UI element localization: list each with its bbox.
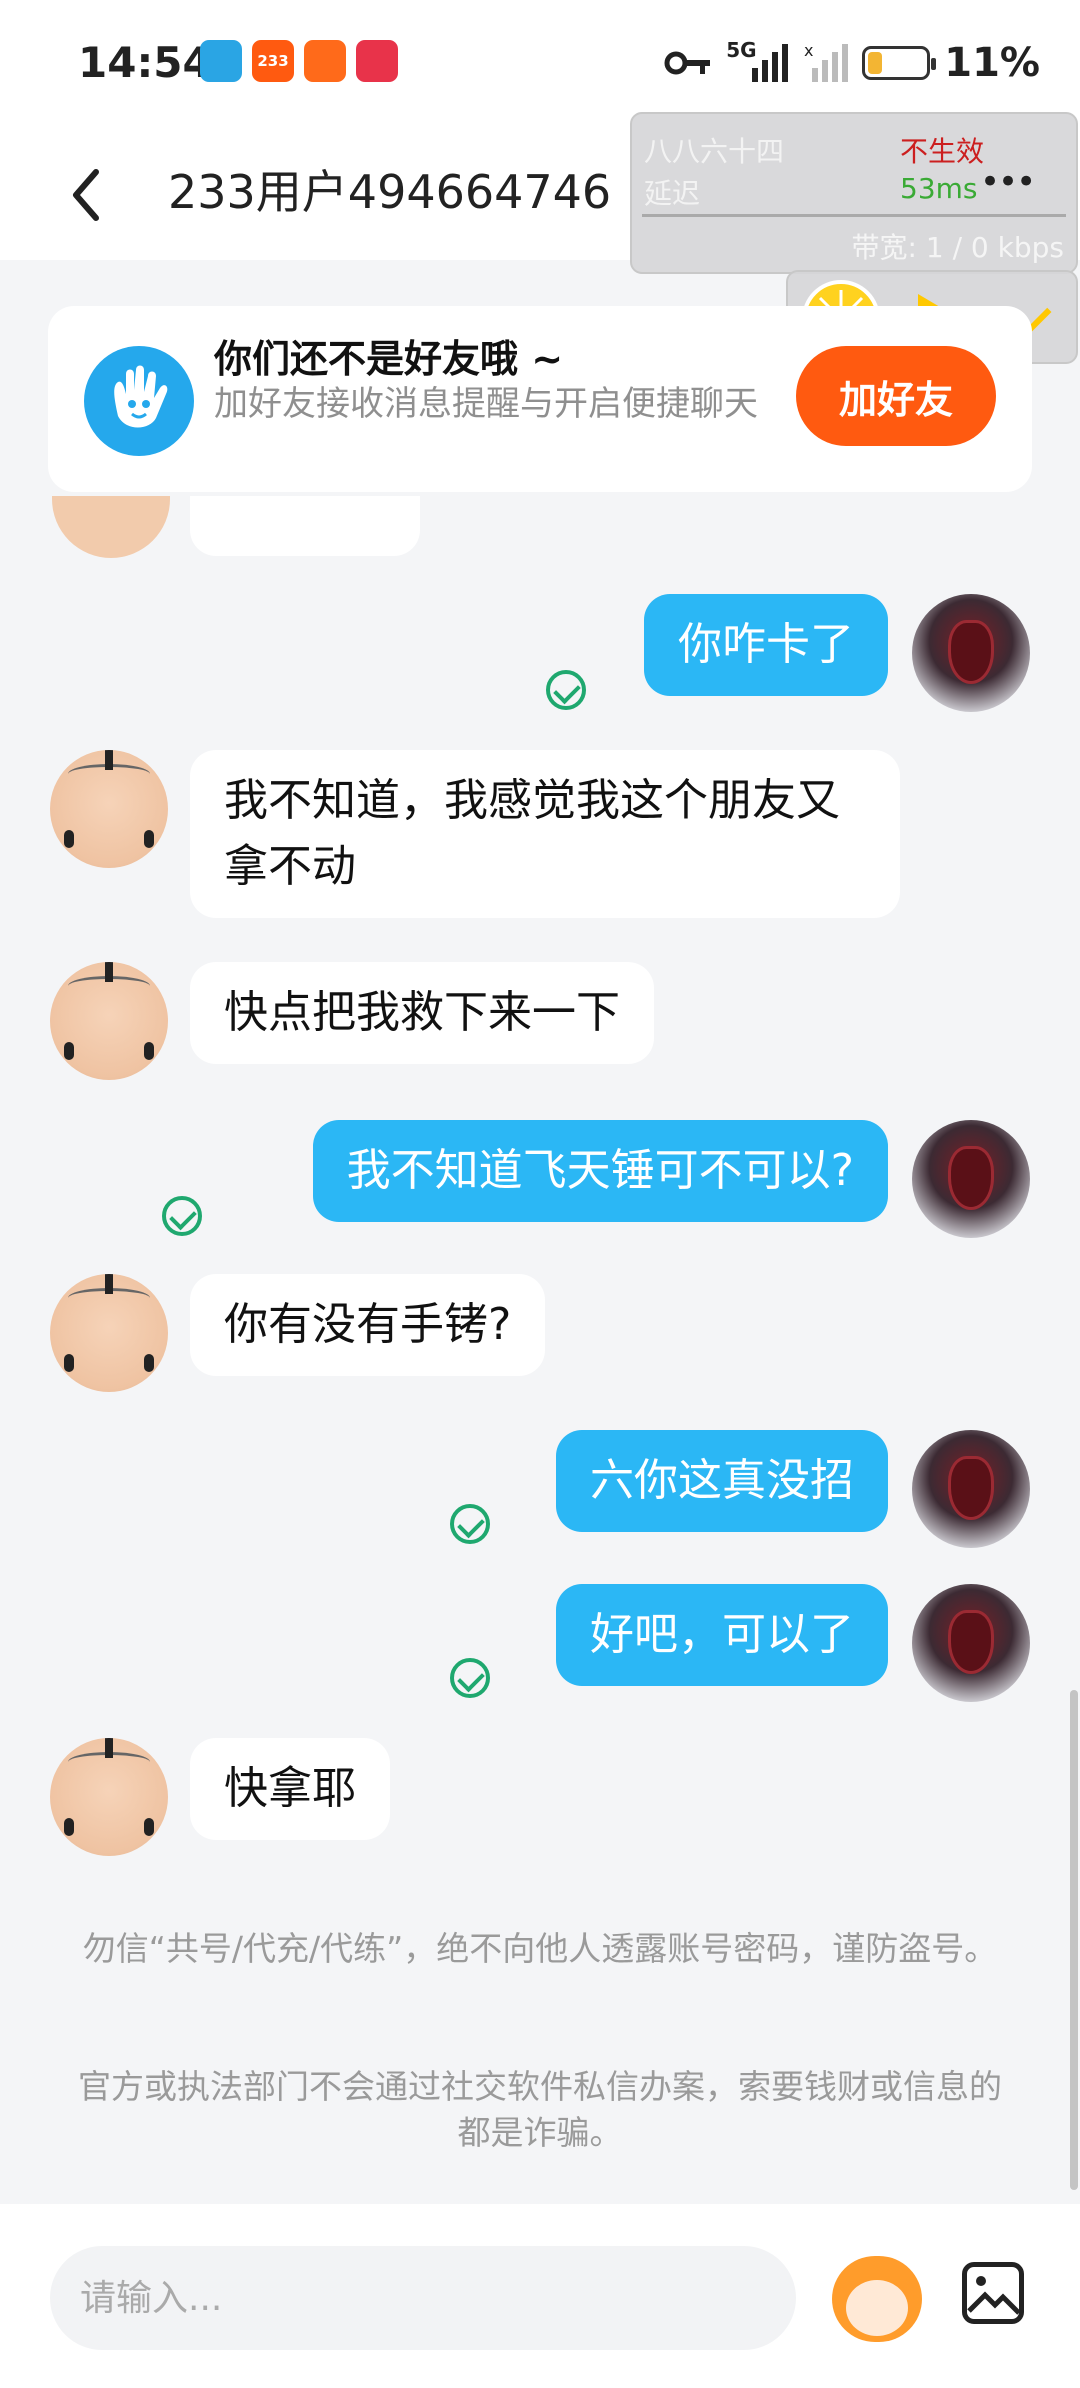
input-bar (0, 2204, 1080, 2388)
message-bubble-received[interactable]: 我不知道，我感觉我这个朋友又拿不动 (190, 750, 900, 918)
overlay-latency-value: 53ms (900, 172, 978, 205)
app-orange-icon (304, 40, 346, 82)
svg-text:x: x (804, 42, 813, 60)
my-avatar[interactable] (912, 1120, 1030, 1238)
hand-icon (84, 346, 194, 456)
battery-percent: 11% (944, 40, 1040, 86)
signal-x-icon: x (804, 42, 849, 82)
contact-avatar[interactable] (50, 1738, 168, 1856)
my-avatar[interactable] (912, 1430, 1030, 1548)
message-bubble-received[interactable]: 快点把我救下来一下 (190, 962, 654, 1064)
status-time: 14:54 (78, 38, 212, 87)
fraud-notice: 官方或执法部门不会通过社交软件私信办案，索要钱财或信息的都是诈骗。 (78, 2067, 1002, 2152)
overlay-menu-icon[interactable]: ••• (980, 162, 1036, 202)
contact-avatar[interactable] (50, 750, 168, 868)
app-red-icon (356, 40, 398, 82)
message-bubble-sent[interactable]: 好吧，可以了 (556, 1584, 888, 1686)
add-friend-button[interactable]: 加好友 (796, 346, 996, 446)
overlay-latency-label: 延迟 (644, 177, 701, 210)
message-bubble-partial (190, 496, 420, 556)
read-check-icon (450, 1658, 490, 1698)
overlay-bandwidth: 带宽: 1 / 0 kbps (851, 231, 1064, 264)
my-avatar[interactable] (912, 594, 1030, 712)
friend-card-title: 你们还不是好友哦 ~ (214, 337, 564, 381)
overlay-status: 不生效 (900, 135, 985, 168)
emoji-icon[interactable] (832, 2256, 922, 2342)
battery-icon (862, 46, 937, 80)
status-icons: 5G x 11% (664, 38, 1040, 86)
contact-avatar[interactable] (50, 1274, 168, 1392)
overlay-name: 八八六十四 (644, 135, 785, 168)
message-bubble-sent[interactable]: 六你这真没招 (556, 1430, 888, 1532)
overlay-divider (642, 214, 1066, 217)
security-notice: 勿信“共号/代充/代练”，绝不向他人透露账号密码，谨防盗号。 (82, 1929, 998, 1968)
read-check-icon (450, 1504, 490, 1544)
message-input[interactable] (50, 2246, 796, 2350)
message-bubble-received[interactable]: 快拿耶 (190, 1738, 390, 1840)
friend-card-subtitle: 加好友接收消息提醒与开启便捷聊天 (214, 384, 758, 424)
status-bar: 14:54 233 5G x 11% (0, 0, 1080, 130)
chat-title: 233用户494664746 (168, 165, 612, 219)
signal-5g-icon: 5G (726, 38, 790, 86)
key-icon (664, 51, 711, 75)
message-bubble-sent[interactable]: 我不知道飞天锤可不可以? (312, 1120, 888, 1222)
app-233-icon: 233 (252, 40, 294, 82)
read-check-icon (162, 1196, 202, 1236)
app-store-icon (200, 40, 242, 82)
friend-request-card: 你们还不是好友哦 ~ 加好友接收消息提醒与开启便捷聊天 加好友 (48, 306, 1032, 492)
avatar[interactable] (52, 496, 170, 558)
message-bubble-received[interactable]: 你有没有手铐? (190, 1274, 546, 1376)
contact-avatar[interactable] (50, 962, 168, 1080)
back-arrow-icon[interactable] (62, 160, 112, 230)
my-avatar[interactable] (912, 1584, 1030, 1702)
network-overlay[interactable]: 八八六十四 不生效 延迟 53ms ••• 带宽: 1 / 0 kbps (630, 112, 1078, 274)
scrollbar[interactable] (1070, 1690, 1078, 2190)
image-icon[interactable] (962, 2262, 1024, 2324)
read-check-icon (546, 670, 586, 710)
message-bubble-sent[interactable]: 你咋卡了 (644, 594, 888, 696)
